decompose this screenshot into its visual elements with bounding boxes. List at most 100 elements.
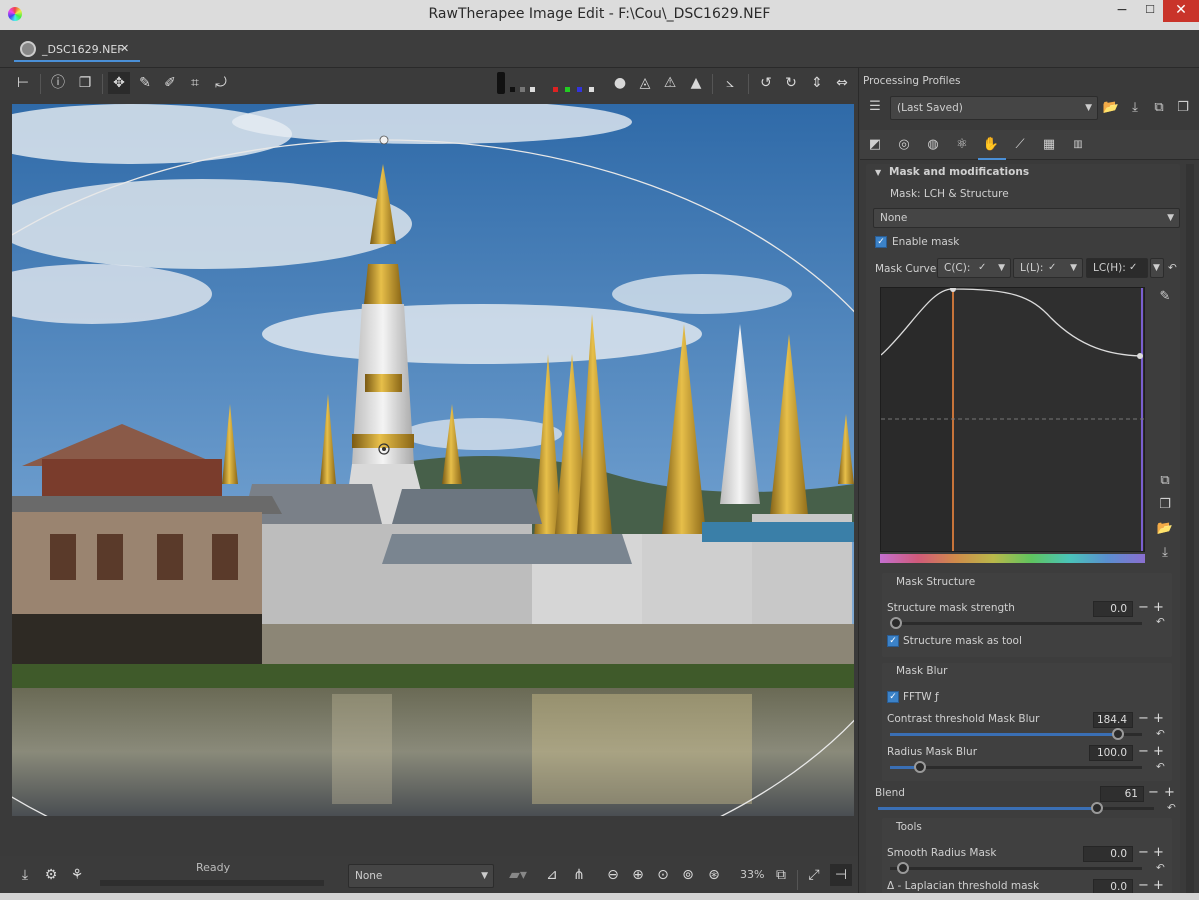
- structure-strength-slider[interactable]: [890, 622, 1142, 625]
- fftw-checkbox[interactable]: ✓: [887, 691, 899, 703]
- increase-button[interactable]: +: [1153, 878, 1164, 893]
- guide-icon[interactable]: ⊿: [541, 864, 563, 886]
- rotate-right-icon[interactable]: ↻: [780, 72, 802, 94]
- focus-mask-icon[interactable]: ●: [609, 72, 631, 94]
- white-balance-picker-icon[interactable]: ✎: [134, 72, 156, 94]
- load-curve-icon[interactable]: 📂: [1156, 520, 1174, 538]
- decrease-button[interactable]: −: [1138, 878, 1149, 893]
- image-preview[interactable]: [12, 104, 854, 816]
- reset-icon[interactable]: ↶: [1156, 761, 1165, 773]
- hide-panel-icon[interactable]: ⊢: [12, 72, 34, 94]
- contrast-threshold-value[interactable]: 184.4: [1093, 712, 1133, 728]
- blend-value[interactable]: 61: [1100, 786, 1144, 802]
- curve-tab-lch[interactable]: LC(H): ✓: [1086, 258, 1148, 278]
- tab-detail-icon[interactable]: ◎: [895, 136, 913, 154]
- info-icon[interactable]: ⓘ: [47, 72, 69, 94]
- structure-as-tool-checkbox[interactable]: ✓: [887, 635, 899, 647]
- send-to-editor-icon[interactable]: ⚘: [66, 864, 88, 886]
- decrease-button[interactable]: −: [1148, 785, 1159, 800]
- queue-settings-icon[interactable]: ⚙: [40, 864, 62, 886]
- reset-icon[interactable]: ↶: [1156, 728, 1165, 740]
- flip-horizontal-icon[interactable]: ⇔: [831, 72, 853, 94]
- expander-icon[interactable]: ▼: [875, 168, 881, 177]
- zoom-100-icon[interactable]: ⊛: [703, 864, 725, 886]
- curve-reset-icon[interactable]: ↶: [1168, 262, 1177, 274]
- decrease-button[interactable]: −: [1138, 600, 1149, 615]
- channel-selector[interactable]: [553, 87, 599, 93]
- new-detail-window-icon[interactable]: ⧉: [770, 864, 792, 886]
- zoom-fit-crop-icon[interactable]: ⊚: [677, 864, 699, 886]
- file-tab-close-icon[interactable]: ✕: [120, 42, 129, 55]
- decrease-button[interactable]: −: [1138, 711, 1149, 726]
- radius-blur-knob[interactable]: [914, 761, 926, 773]
- save-curve-icon[interactable]: ⤓: [1156, 544, 1174, 562]
- tab-advanced-icon[interactable]: ⚛: [953, 136, 971, 154]
- minimize-button[interactable]: −: [1108, 0, 1136, 22]
- profile-combo[interactable]: (Last Saved) ▼: [890, 96, 1098, 120]
- save-image-icon[interactable]: ⤓: [14, 864, 36, 886]
- histogram-icon[interactable]: ⦣: [719, 72, 741, 94]
- paste-profile-icon[interactable]: ❐: [1174, 99, 1192, 117]
- increase-button[interactable]: +: [1153, 845, 1164, 860]
- open-profile-icon[interactable]: 📂: [1102, 99, 1120, 117]
- radius-blur-slider[interactable]: [890, 766, 1142, 769]
- fullscreen-icon[interactable]: ⤢: [803, 864, 825, 886]
- color-picker-icon[interactable]: ✐: [159, 72, 181, 94]
- bottom-profile-combo[interactable]: None ▼: [348, 864, 494, 888]
- before-after-icon[interactable]: ❐: [74, 72, 96, 94]
- snapshot-icon[interactable]: ▰▾: [500, 864, 536, 886]
- flip-vertical-icon[interactable]: ⇕: [806, 72, 828, 94]
- structure-strength-knob[interactable]: [890, 617, 902, 629]
- tab-transform-icon[interactable]: ⟋: [1011, 136, 1029, 154]
- curve-tab-cc[interactable]: C(C): ✓ ▼: [937, 258, 1011, 278]
- false-color-icon[interactable]: ◬: [634, 72, 656, 94]
- smooth-radius-slider[interactable]: [890, 867, 1142, 870]
- increase-button[interactable]: +: [1153, 600, 1164, 615]
- copy-profile-icon[interactable]: ⧉: [1150, 99, 1168, 117]
- rotate-left-icon[interactable]: ↺: [755, 72, 777, 94]
- preview-background-selector[interactable]: [497, 72, 547, 94]
- increase-button[interactable]: +: [1153, 744, 1164, 759]
- zoom-in-icon[interactable]: ⊕: [627, 864, 649, 886]
- close-window-button[interactable]: ✕: [1163, 0, 1199, 22]
- increase-button[interactable]: +: [1153, 711, 1164, 726]
- zoom-out-icon[interactable]: ⊖: [602, 864, 624, 886]
- straighten-icon[interactable]: ⤾: [210, 72, 232, 94]
- copy-curve-icon[interactable]: ⧉: [1156, 472, 1174, 490]
- highlight-clip-warning-icon[interactable]: ▲: [685, 72, 707, 94]
- maximize-button[interactable]: ☐: [1136, 0, 1164, 22]
- profile-list-icon[interactable]: ☰: [866, 98, 884, 116]
- smooth-radius-value[interactable]: 0.0: [1083, 846, 1133, 862]
- save-profile-icon[interactable]: ⤓: [1126, 99, 1144, 117]
- panel-scrollbar[interactable]: [1186, 164, 1194, 894]
- blend-slider[interactable]: [878, 807, 1154, 810]
- shadow-clip-warning-icon[interactable]: ⚠: [659, 72, 681, 94]
- tab-raw-icon[interactable]: ▦: [1040, 136, 1058, 154]
- curve-editor[interactable]: [880, 286, 1145, 552]
- crop-icon[interactable]: ⌗: [184, 72, 206, 94]
- compare-icon[interactable]: ⋔: [568, 864, 590, 886]
- edit-curve-icon[interactable]: ✎: [1156, 288, 1174, 306]
- curve-tab-menu[interactable]: ▼: [1150, 258, 1164, 278]
- tab-exposure-icon[interactable]: ◩: [866, 136, 884, 154]
- structure-strength-value[interactable]: 0.0: [1093, 601, 1133, 617]
- tab-color-icon[interactable]: ◍: [924, 136, 942, 154]
- reset-icon[interactable]: ↶: [1156, 616, 1165, 628]
- toggle-right-panel-icon[interactable]: ⊣: [830, 864, 852, 886]
- tab-locallab-icon[interactable]: ✋: [982, 136, 1000, 154]
- tab-metadata-icon[interactable]: ▥: [1069, 136, 1087, 154]
- enable-mask-checkbox[interactable]: ✓: [875, 236, 887, 248]
- blend-knob[interactable]: [1091, 802, 1103, 814]
- smooth-radius-knob[interactable]: [897, 862, 909, 874]
- zoom-fit-icon[interactable]: ⊙: [652, 864, 674, 886]
- decrease-button[interactable]: −: [1138, 845, 1149, 860]
- reset-icon[interactable]: ↶: [1156, 862, 1165, 874]
- radius-blur-value[interactable]: 100.0: [1089, 745, 1133, 761]
- decrease-button[interactable]: −: [1138, 744, 1149, 759]
- contrast-threshold-knob[interactable]: [1112, 728, 1124, 740]
- mask-combo[interactable]: None ▼: [873, 208, 1180, 228]
- paste-curve-icon[interactable]: ❐: [1156, 496, 1174, 514]
- increase-button[interactable]: +: [1164, 785, 1175, 800]
- hand-tool-icon[interactable]: ✥: [108, 72, 130, 94]
- curve-tab-ll[interactable]: L(L): ✓ ▼: [1013, 258, 1083, 278]
